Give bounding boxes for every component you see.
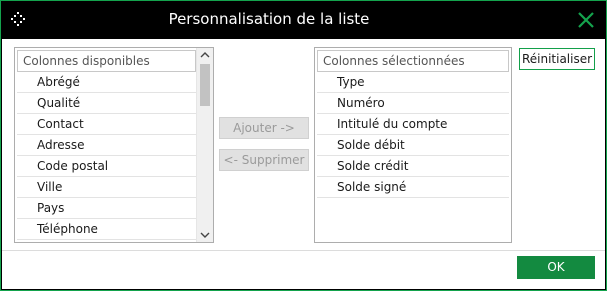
list-item[interactable]: Adresse xyxy=(17,135,196,156)
list-item[interactable]: Numéro xyxy=(317,93,509,114)
close-icon[interactable] xyxy=(576,10,596,30)
list-item[interactable]: Type xyxy=(317,72,509,93)
dialog-body: Colonnes disponibles Abrégé Qualité Cont… xyxy=(2,39,605,289)
list-item[interactable]: Pays xyxy=(17,198,196,219)
list-item[interactable]: Ville xyxy=(17,177,196,198)
list-item[interactable]: Solde débit xyxy=(317,135,509,156)
title-bar[interactable]: Personnalisation de la liste xyxy=(1,1,606,39)
list-item[interactable]: Code postal xyxy=(17,156,196,177)
remove-column-button[interactable]: <- Supprimer xyxy=(219,149,309,171)
dialog-title: Personnalisation de la liste xyxy=(168,10,370,28)
list-item[interactable]: Abrégé xyxy=(17,72,196,93)
available-list-scrollbar[interactable] xyxy=(196,48,213,242)
list-item[interactable]: Téléphone xyxy=(17,219,196,240)
list-item[interactable]: Contact xyxy=(17,114,196,135)
available-columns-list[interactable]: Colonnes disponibles Abrégé Qualité Cont… xyxy=(14,47,214,243)
available-columns-header: Colonnes disponibles xyxy=(17,50,196,72)
footer-divider xyxy=(2,250,605,251)
dialog-window: Personnalisation de la liste Colonnes di… xyxy=(0,0,607,291)
ok-button[interactable]: OK xyxy=(517,256,595,279)
scroll-thumb[interactable] xyxy=(200,64,210,106)
selected-columns-list[interactable]: Colonnes sélectionnées Type Numéro Intit… xyxy=(314,47,512,243)
chevron-down-icon[interactable] xyxy=(197,228,213,242)
selected-columns-header: Colonnes sélectionnées xyxy=(317,50,509,72)
list-item[interactable]: Intitulé du compte xyxy=(317,114,509,135)
list-item[interactable]: Qualité xyxy=(17,93,196,114)
chevron-up-icon[interactable] xyxy=(197,48,213,62)
reset-button[interactable]: Réinitialiser xyxy=(519,48,595,70)
list-item[interactable]: Solde crédit xyxy=(317,156,509,177)
list-item[interactable]: Solde signé xyxy=(317,177,509,198)
add-column-button[interactable]: Ajouter -> xyxy=(219,117,309,139)
